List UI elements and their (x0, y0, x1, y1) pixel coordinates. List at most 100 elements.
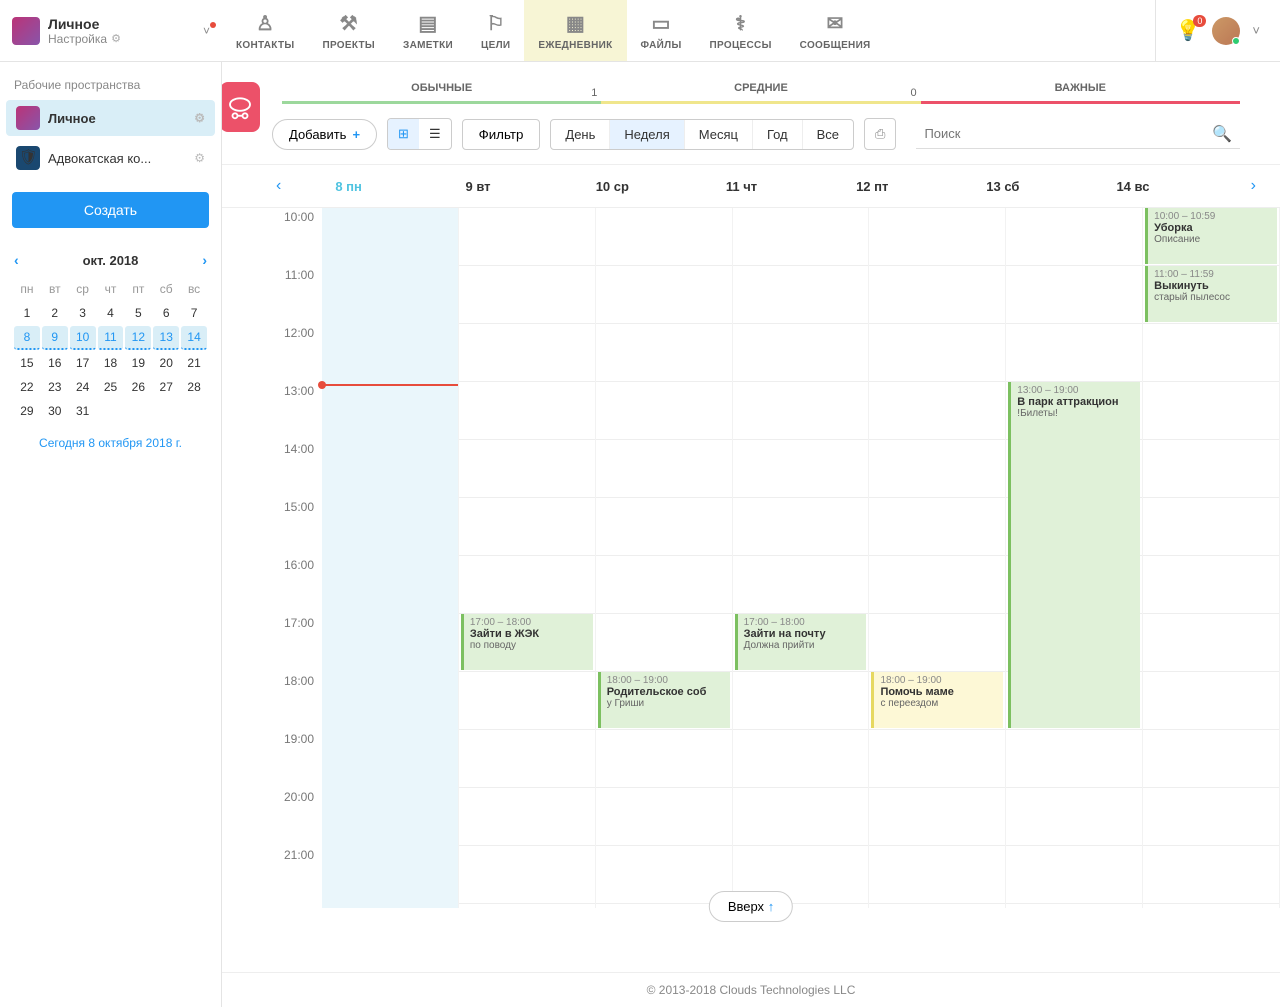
day-col-sun[interactable]: 10:00 – 10:59 Уборка Описание 11:00 – 11… (1143, 208, 1280, 908)
user-avatar[interactable] (1212, 17, 1240, 45)
mc-day[interactable]: 15 (14, 352, 40, 374)
mc-day[interactable]: 14 (181, 326, 207, 350)
grid-view-button[interactable]: ⊞ (388, 119, 419, 149)
mc-day[interactable] (125, 400, 151, 422)
mc-day[interactable]: 5 (125, 302, 151, 324)
mc-day[interactable]: 12 (125, 326, 151, 350)
range-week[interactable]: Неделя (610, 120, 684, 149)
week-day-header[interactable]: 8 пн (335, 179, 465, 194)
mc-day-header: пн (14, 278, 40, 300)
mc-day[interactable]: 26 (125, 376, 151, 398)
range-year[interactable]: Год (753, 120, 803, 149)
mc-day[interactable]: 18 (98, 352, 124, 374)
mc-day[interactable]: 1 (14, 302, 40, 324)
gear-icon[interactable]: ⚙ (194, 111, 205, 125)
mc-day[interactable]: 25 (98, 376, 124, 398)
day-col-fri[interactable]: 18:00 – 19:00 Помочь маме с переездом (869, 208, 1006, 908)
mc-day[interactable]: 17 (70, 352, 96, 374)
mc-day[interactable] (98, 400, 124, 422)
week-day-header[interactable]: 14 вс (1116, 179, 1246, 194)
time-label: 11:00 (272, 266, 322, 324)
event-item[interactable]: 17:00 – 18:00 Зайти на почту Должна прий… (735, 614, 867, 670)
mc-day[interactable]: 19 (125, 352, 151, 374)
mc-day[interactable]: 24 (70, 376, 96, 398)
workspace-header[interactable]: Личное Настройка ⚙ ˅ (0, 0, 222, 61)
day-col-mon[interactable] (322, 208, 459, 908)
mc-day[interactable]: 31 (70, 400, 96, 422)
event-item[interactable]: 17:00 – 18:00 Зайти в ЖЭК по поводу (461, 614, 593, 670)
time-label: 12:00 (272, 324, 322, 382)
mc-day[interactable]: 29 (14, 400, 40, 422)
mc-day[interactable]: 4 (98, 302, 124, 324)
mc-day[interactable] (181, 400, 207, 422)
user-menu-chevron[interactable]: ˅ (1252, 23, 1260, 38)
nav-notes[interactable]: ▤ЗАМЕТКИ (389, 0, 467, 61)
event-item[interactable]: 13:00 – 19:00 В парк аттракцион !Билеты! (1008, 382, 1140, 728)
week-day-header[interactable]: 13 сб (986, 179, 1116, 194)
mc-day[interactable]: 30 (42, 400, 68, 422)
mc-day[interactable]: 23 (42, 376, 68, 398)
week-day-header[interactable]: 9 вт (466, 179, 596, 194)
search-box[interactable]: 🔍 (916, 120, 1240, 149)
sidebar-item-personal[interactable]: Личное ⚙ (6, 100, 215, 136)
filter-button[interactable]: Фильтр (462, 119, 541, 150)
sidebar-item-advocate[interactable]: Адвокатская ко... ⚙ (6, 140, 215, 176)
week-day-header[interactable]: 11 чт (726, 179, 856, 194)
mc-day[interactable]: 6 (153, 302, 179, 324)
next-month-button[interactable]: › (202, 252, 207, 268)
add-button[interactable]: Добавить+ (272, 119, 377, 150)
event-item[interactable]: 10:00 – 10:59 Уборка Описание (1145, 208, 1277, 264)
mc-day[interactable] (153, 400, 179, 422)
notifications-button[interactable]: 💡0 (1176, 18, 1201, 43)
gear-icon[interactable]: ⚙ (194, 151, 205, 165)
event-item[interactable]: 18:00 – 19:00 Родительское соб у Гриши (598, 672, 730, 728)
next-week-button[interactable]: › (1247, 177, 1260, 195)
mc-day[interactable]: 27 (153, 376, 179, 398)
nav-processes[interactable]: ⚕ПРОЦЕССЫ (696, 0, 786, 61)
nav-diary[interactable]: ▦ЕЖЕДНЕВНИК (524, 0, 626, 61)
range-month[interactable]: Месяц (685, 120, 753, 149)
day-col-sat[interactable]: 13:00 – 19:00 В парк аттракцион !Билеты! (1006, 208, 1143, 908)
mc-day[interactable]: 22 (14, 376, 40, 398)
chevron-down-icon[interactable]: ˅ (203, 24, 210, 38)
prev-week-button[interactable]: ‹ (272, 177, 285, 195)
today-link[interactable]: Сегодня 8 октября 2018 г. (14, 436, 207, 450)
nav-messages[interactable]: ✉СООБЩЕНИЯ (786, 0, 885, 61)
scroll-up-button[interactable]: Вверх ↑ (709, 891, 793, 922)
day-col-wed[interactable]: 18:00 – 19:00 Родительское соб у Гриши (596, 208, 733, 908)
event-item[interactable]: 11:00 – 11:59 Выкинуть старый пылесос (1145, 266, 1277, 322)
mc-day[interactable]: 9 (42, 326, 68, 350)
prev-month-button[interactable]: ‹ (14, 252, 19, 268)
create-button[interactable]: Создать (12, 192, 209, 228)
nav-projects[interactable]: ⚒ПРОЕКТЫ (308, 0, 389, 61)
mc-day[interactable]: 2 (42, 302, 68, 324)
mc-day[interactable]: 13 (153, 326, 179, 350)
range-day[interactable]: День (551, 120, 610, 149)
search-icon: 🔍 (1212, 124, 1232, 144)
mc-day[interactable]: 16 (42, 352, 68, 374)
day-col-tue[interactable]: 17:00 – 18:00 Зайти в ЖЭК по поводу (459, 208, 596, 908)
nav-files[interactable]: ▭ФАЙЛЫ (627, 0, 696, 61)
easel-icon: ⚒ (340, 11, 358, 36)
list-view-button[interactable]: ☰ (419, 119, 451, 149)
mc-day[interactable]: 11 (98, 326, 124, 350)
nav-contacts[interactable]: ♙КОНТАКТЫ (222, 0, 308, 61)
print-button[interactable]: ⎙ (864, 118, 896, 150)
mc-day[interactable]: 7 (181, 302, 207, 324)
cloud-tab[interactable] (222, 82, 260, 132)
week-day-header[interactable]: 10 ср (596, 179, 726, 194)
mc-day[interactable]: 8 (14, 326, 40, 350)
mc-day[interactable]: 21 (181, 352, 207, 374)
event-item[interactable]: 18:00 – 19:00 Помочь маме с переездом (871, 672, 1003, 728)
nav-goals[interactable]: ⚐ЦЕЛИ (467, 0, 524, 61)
range-all[interactable]: Все (803, 120, 853, 149)
mc-day[interactable]: 3 (70, 302, 96, 324)
search-input[interactable] (924, 126, 1212, 141)
mc-day[interactable]: 20 (153, 352, 179, 374)
mc-day[interactable]: 28 (181, 376, 207, 398)
mc-day[interactable]: 10 (70, 326, 96, 350)
week-day-header[interactable]: 12 пт (856, 179, 986, 194)
day-col-thu[interactable]: 17:00 – 18:00 Зайти на почту Должна прий… (733, 208, 870, 908)
online-indicator (1232, 37, 1240, 45)
workspace-settings-link[interactable]: Настройка ⚙ (48, 32, 121, 46)
